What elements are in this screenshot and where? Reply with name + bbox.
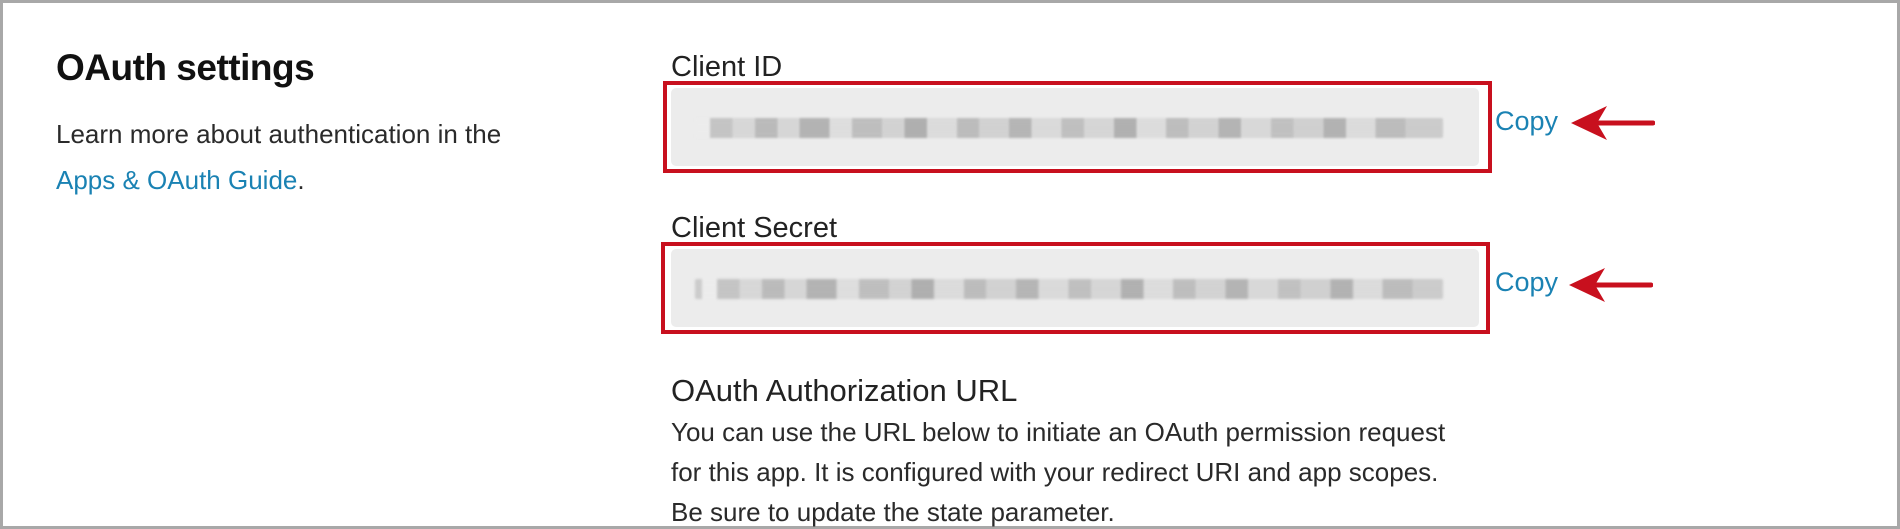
auth-desc-line-2: for this app. It is configured with your…: [671, 457, 1439, 487]
copy-client-id-button[interactable]: Copy: [1495, 104, 1558, 138]
oauth-authorization-url-description: You can use the URL below to initiate an…: [671, 412, 1571, 529]
oauth-authorization-url-heading: OAuth Authorization URL: [671, 373, 1018, 408]
client-secret-redacted-value: [695, 279, 1443, 299]
apps-oauth-guide-link[interactable]: Apps & OAuth Guide: [56, 165, 297, 195]
client-secret-field[interactable]: [671, 249, 1479, 327]
auth-desc-line-1: You can use the URL below to initiate an…: [671, 417, 1446, 447]
description-prefix: Learn more about authentication in the: [56, 119, 502, 149]
left-arrow-icon: [1571, 106, 1655, 140]
oauth-settings-intro: OAuth settings Learn more about authenti…: [56, 43, 516, 203]
section-description: Learn more about authentication in the A…: [56, 111, 516, 203]
screenshot-frame: OAuth settings Learn more about authenti…: [0, 0, 1900, 529]
section-title: OAuth settings: [56, 47, 315, 88]
client-id-label: Client ID: [671, 51, 783, 83]
auth-desc-line-3: Be sure to update the state parameter.: [671, 497, 1115, 527]
client-secret-label: Client Secret: [671, 212, 838, 244]
client-id-redacted-value: [695, 118, 1443, 138]
description-suffix: .: [297, 165, 305, 195]
client-id-field[interactable]: [671, 88, 1479, 166]
copy-client-secret-button[interactable]: Copy: [1495, 265, 1558, 299]
left-arrow-icon: [1569, 268, 1653, 302]
